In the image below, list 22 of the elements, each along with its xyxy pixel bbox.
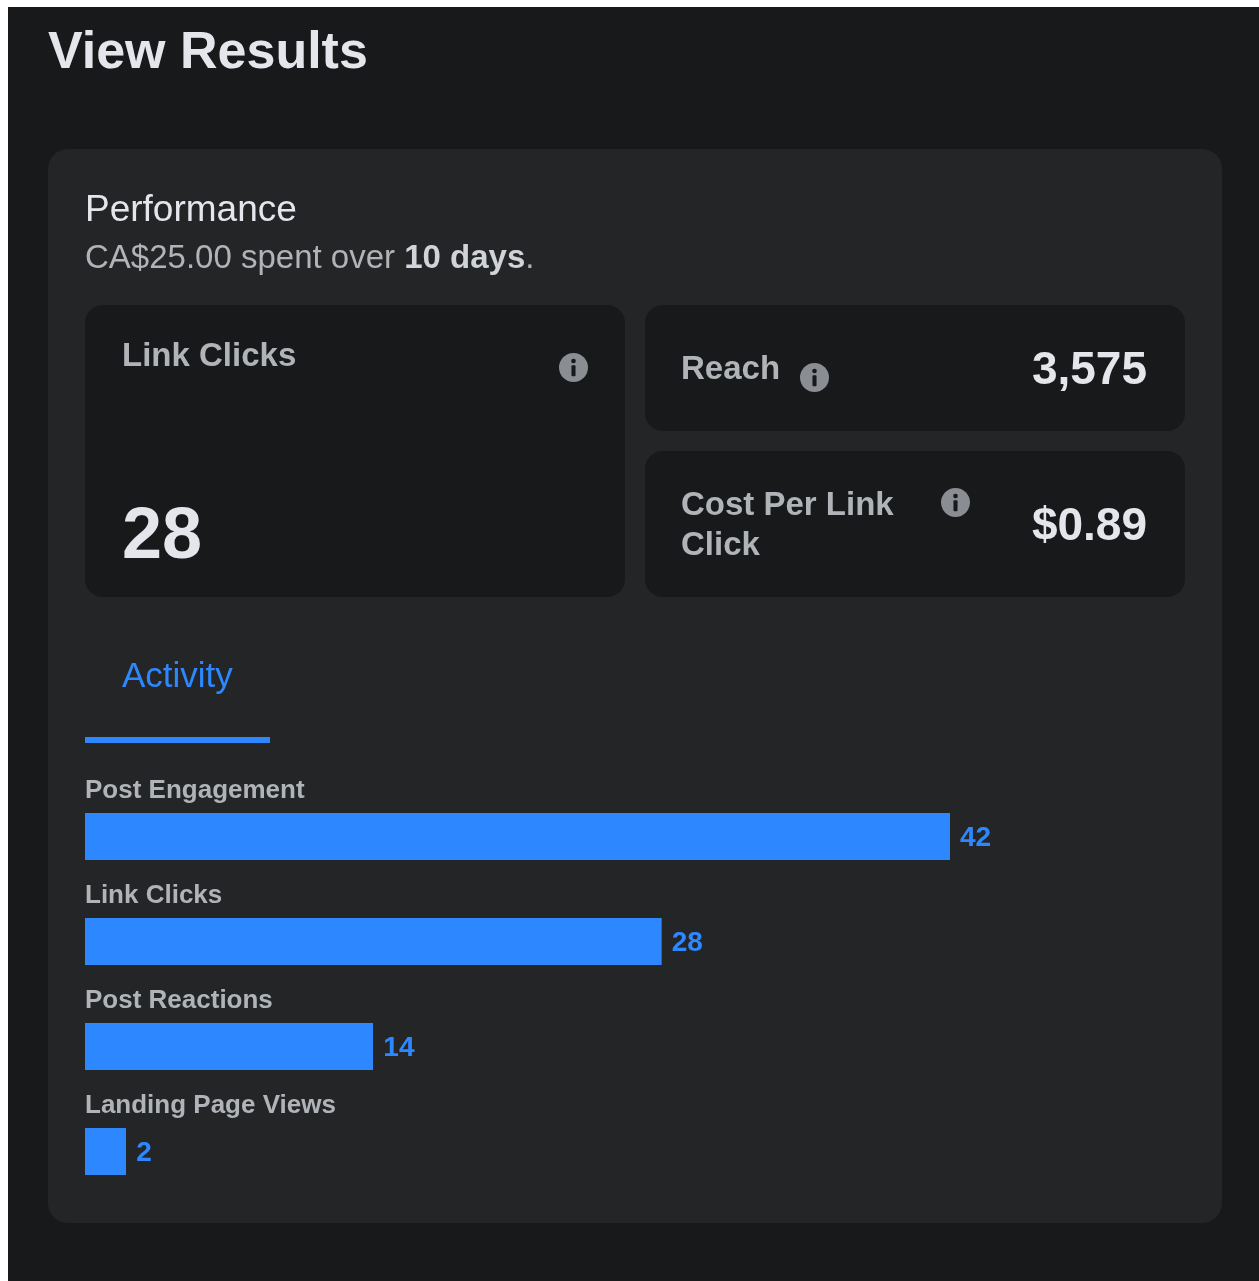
- bar-value: 14: [383, 1030, 415, 1063]
- bar-label: Link Clicks: [85, 878, 224, 910]
- bar-label: Post Reactions: [85, 983, 274, 1015]
- tab[interactable]: Activity: [85, 655, 270, 743]
- info-icon[interactable]: [800, 362, 830, 392]
- info-icon[interactable]: [559, 353, 588, 382]
- metric-label: Link Clicks: [122, 335, 297, 375]
- spend-summary: CA$25.00 spent over 10 days.: [85, 237, 536, 277]
- page-title: View Results: [48, 21, 369, 79]
- bar-label: Post Engagement: [85, 773, 306, 805]
- bar-label: Landing Page Views: [85, 1088, 337, 1120]
- metric-label: Cost Per Link Click: [681, 484, 895, 564]
- metric-value: 28: [122, 493, 204, 573]
- bar-value: 2: [136, 1135, 152, 1168]
- bar: [85, 1128, 127, 1175]
- metric-label: Reach: [681, 348, 781, 388]
- bar-value: 28: [671, 925, 703, 958]
- info-icon[interactable]: [941, 488, 970, 517]
- section-title: Performance: [85, 187, 298, 231]
- metric-value: 3,575: [1031, 341, 1147, 395]
- metric-value: $0.89: [1031, 497, 1147, 551]
- bar-value: 42: [960, 820, 992, 853]
